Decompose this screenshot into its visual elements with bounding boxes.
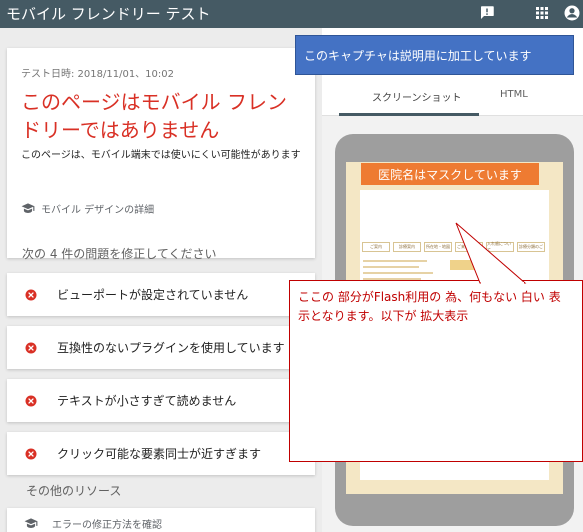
site-nav-item: 診療案内 <box>393 242 421 252</box>
site-nav-item: ご来院の方へ <box>455 242 483 252</box>
verdict-title: このページはモバイル フレンドリーではありません <box>21 90 287 142</box>
flash-callout: ここの 部分がFlash利用の 為、何もない 白い 表示となります。以下が 拡大… <box>289 280 583 462</box>
error-icon <box>25 395 37 406</box>
issue-item[interactable]: 互換性のないプラグインを使用しています <box>7 326 315 369</box>
graduation-cap-icon <box>21 203 35 213</box>
issue-label: 互換性のないプラグインを使用しています <box>57 341 285 355</box>
verdict-description: このページは、モバイル端末では使いにくい可能性があります <box>21 150 301 161</box>
site-nav-item: 診療分類のご <box>517 242 545 252</box>
summary-card: テスト日時: 2018/11/01、10:02 このページはモバイル フレンドリ… <box>7 48 315 258</box>
error-icon <box>25 448 37 459</box>
issue-item[interactable]: クリック可能な要素同士が近すぎます <box>7 432 315 475</box>
resources-heading: その他のリソース <box>26 484 122 498</box>
site-text-line <box>363 260 427 262</box>
error-icon <box>25 342 37 353</box>
tab-html[interactable]: HTML <box>500 89 528 100</box>
site-text-line <box>363 272 433 274</box>
site-nav-item: 所在地・地図 <box>424 242 452 252</box>
issue-label: クリック可能な要素同士が近すぎます <box>57 447 262 461</box>
issues-heading: 次の 4 件の問題を修正してください <box>22 247 217 261</box>
account-icon[interactable] <box>563 4 581 22</box>
top-app-bar: モバイル フレンドリー テスト <box>0 0 583 28</box>
mobile-design-link-label: モバイル デザインの詳細 <box>41 204 155 216</box>
issue-label: ビューポートが設定されていません <box>57 288 249 302</box>
issue-label: テキストが小さすぎて読めません <box>57 394 237 408</box>
tab-screenshot[interactable]: スクリーンショット <box>372 89 462 104</box>
mobile-design-link[interactable]: モバイル デザインの詳細 <box>21 200 154 216</box>
graduation-cap-icon <box>24 518 38 528</box>
issue-item[interactable]: テキストが小さすぎて読めません <box>7 379 315 422</box>
caption-note: このキャプチャは説明用に加工しています <box>295 35 574 75</box>
feedback-icon[interactable] <box>478 4 496 22</box>
site-badge <box>450 260 490 270</box>
app-title: モバイル フレンドリー テスト <box>6 5 211 23</box>
flash-callout-text: ここの 部分がFlash利用の 為、何もない 白い 表示となります。以下が 拡大… <box>298 290 561 323</box>
results-pane: テスト日時: 2018/11/01、10:02 このページはモバイル フレンドリ… <box>0 28 322 532</box>
test-date: テスト日時: 2018/11/01、10:02 <box>21 69 175 80</box>
fix-errors-link-label: エラーの修正方法を確認 <box>52 519 162 531</box>
error-icon <box>25 289 37 300</box>
site-nav-item: ご案内 <box>362 242 390 252</box>
apps-grid-icon[interactable] <box>533 4 551 22</box>
mask-note: 医院名はマスクしています <box>361 163 539 185</box>
active-tab-indicator <box>339 113 479 116</box>
fix-errors-link[interactable]: エラーの修正方法を確認 <box>7 508 315 532</box>
site-text-line <box>363 266 419 268</box>
issue-item[interactable]: ビューポートが設定されていません <box>7 273 315 316</box>
site-nav-item: 入れ歯について <box>486 241 514 252</box>
